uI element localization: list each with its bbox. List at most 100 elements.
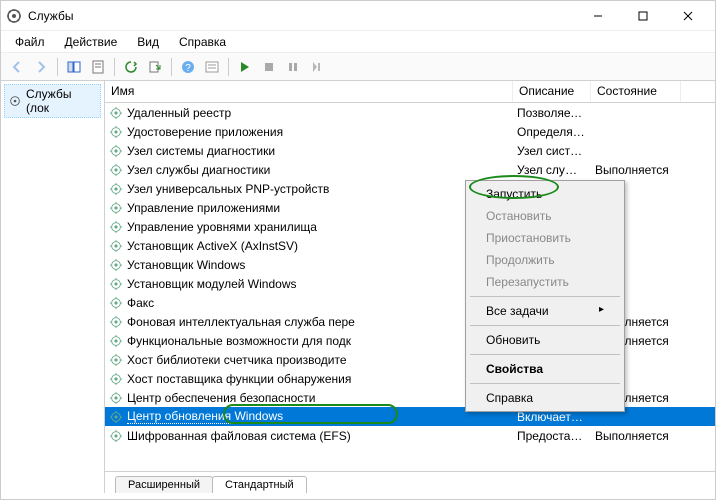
ctx-resume: Продолжить	[468, 249, 622, 271]
toolbar: ?	[1, 53, 715, 81]
service-name: Установщик Windows	[127, 258, 245, 272]
service-name: Фоновая интеллектуальная служба пере	[127, 315, 355, 329]
service-description: Определя…	[513, 125, 591, 139]
service-gear-icon	[109, 182, 123, 196]
tab-extended[interactable]: Расширенный	[115, 476, 213, 493]
service-gear-icon	[109, 277, 123, 291]
tree-pane[interactable]: Службы (лок	[1, 81, 105, 493]
service-name: Функциональные возможности для подк	[127, 334, 351, 348]
show-hide-tree-button[interactable]	[62, 55, 86, 79]
column-name[interactable]: Имя	[105, 81, 513, 102]
separator	[470, 296, 620, 297]
separator	[470, 325, 620, 326]
pause-service-button	[281, 55, 305, 79]
menu-file[interactable]: Файл	[5, 33, 55, 51]
view-tabs: Расширенный Стандартный	[105, 471, 715, 493]
service-gear-icon	[109, 410, 123, 424]
service-name: Центр обеспечения безопасности	[127, 391, 316, 405]
column-state[interactable]: Состояние	[591, 81, 681, 102]
service-row[interactable]: Узел службы диагностикиУзел служ…Выполня…	[105, 160, 715, 179]
minimize-button[interactable]	[575, 1, 620, 30]
service-row[interactable]: Шифрованная файловая система (EFS) Предос…	[105, 426, 715, 445]
service-name: Шифрованная файловая система (EFS)	[127, 429, 351, 443]
menu-action[interactable]: Действие	[55, 33, 128, 51]
ctx-all-tasks[interactable]: Все задачи	[468, 300, 622, 322]
service-name: Узел универсальных PNP-устройств	[127, 182, 329, 196]
column-description[interactable]: Описание	[513, 81, 591, 102]
titlebar: Службы	[1, 1, 715, 31]
close-button[interactable]	[665, 1, 710, 30]
ctx-stop: Остановить	[468, 205, 622, 227]
service-gear-icon	[109, 258, 123, 272]
help-button[interactable]: ?	[176, 55, 200, 79]
maximize-button[interactable]	[620, 1, 665, 30]
service-gear-icon	[109, 125, 123, 139]
menubar: Файл Действие Вид Справка	[1, 31, 715, 53]
ctx-refresh[interactable]: Обновить	[468, 329, 622, 351]
menu-help[interactable]: Справка	[169, 33, 236, 51]
service-description: Узел сист…	[513, 144, 591, 158]
service-row[interactable]: Удостоверение приложения Определя…	[105, 122, 715, 141]
window-title: Службы	[28, 9, 575, 23]
service-name: Узел системы диагностики	[127, 144, 275, 158]
service-gear-icon	[109, 353, 123, 367]
ctx-pause: Приостановить	[468, 227, 622, 249]
start-service-button[interactable]	[233, 55, 257, 79]
service-gear-icon	[109, 429, 123, 443]
tab-standard[interactable]: Стандартный	[212, 476, 307, 493]
separator	[114, 58, 115, 76]
service-name: Факс	[127, 296, 154, 310]
service-name: Установщик модулей Windows	[127, 277, 296, 291]
context-menu: Запустить Остановить Приостановить Продо…	[465, 180, 625, 412]
service-gear-icon	[109, 334, 123, 348]
service-name: Управление уровнями хранилища	[127, 220, 317, 234]
body: Службы (лок Имя Описание Состояние Удале…	[1, 81, 715, 493]
service-row[interactable]: Удаленный реестр Позволяет…	[105, 103, 715, 122]
properties-button[interactable]	[86, 55, 110, 79]
service-description: Позволяет…	[513, 106, 591, 120]
service-gear-icon	[109, 201, 123, 215]
service-description: Узел служ…	[513, 163, 591, 177]
services-app-icon	[6, 8, 22, 24]
service-gear-icon	[109, 296, 123, 310]
tree-root-label: Службы (лок	[26, 87, 97, 115]
svg-text:?: ?	[185, 63, 191, 74]
column-headers: Имя Описание Состояние	[105, 81, 715, 103]
back-button	[5, 55, 29, 79]
service-gear-icon	[109, 239, 123, 253]
stop-service-button	[257, 55, 281, 79]
service-name: Удаленный реестр	[127, 106, 231, 120]
service-gear-icon	[109, 144, 123, 158]
status-bar	[1, 493, 715, 499]
refresh-button[interactable]	[119, 55, 143, 79]
list-button[interactable]	[200, 55, 224, 79]
service-gear-icon	[109, 372, 123, 386]
service-list: Имя Описание Состояние Удаленный реестр П…	[105, 81, 715, 471]
ctx-restart: Перезапустить	[468, 271, 622, 293]
restart-service-button	[305, 55, 329, 79]
export-button[interactable]	[143, 55, 167, 79]
service-gear-icon	[109, 163, 123, 177]
separator	[171, 58, 172, 76]
service-name: Установщик ActiveX (AxInstSV)	[127, 239, 298, 253]
ctx-start[interactable]: Запустить	[468, 183, 622, 205]
service-description: Предостав…	[513, 429, 591, 443]
service-gear-icon	[109, 391, 123, 405]
service-name: Удостоверение приложения	[127, 125, 283, 139]
service-state: Выполняется	[591, 163, 681, 177]
service-name: Центр обновления Windows	[127, 409, 283, 424]
tree-root-services[interactable]: Службы (лок	[4, 84, 101, 118]
separator	[228, 58, 229, 76]
service-row[interactable]: Узел системы диагностики Узел сист…	[105, 141, 715, 160]
separator	[470, 354, 620, 355]
service-name: Управление приложениями	[127, 201, 280, 215]
ctx-help[interactable]: Справка	[468, 387, 622, 409]
menu-view[interactable]: Вид	[127, 33, 169, 51]
service-state: Выполняется	[591, 429, 681, 443]
gear-icon	[8, 94, 22, 108]
service-name: Хост поставщика функции обнаружения	[127, 372, 351, 386]
forward-button	[29, 55, 53, 79]
ctx-properties[interactable]: Свойства	[468, 358, 622, 380]
separator	[57, 58, 58, 76]
services-window: Службы Файл Действие Вид Справка ? Служб	[0, 0, 716, 500]
